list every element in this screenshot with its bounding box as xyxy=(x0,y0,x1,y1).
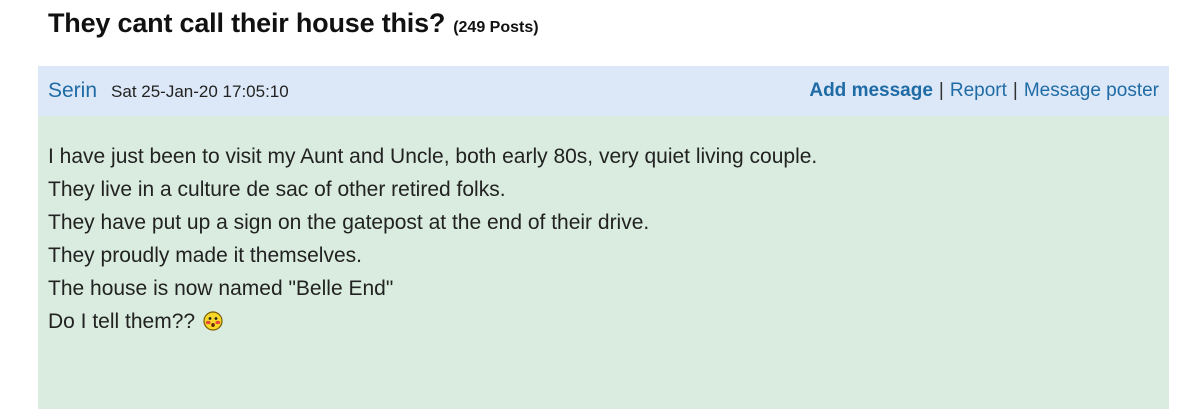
message-poster-link[interactable]: Message poster xyxy=(1024,80,1159,102)
post-text-line: They live in a culture de sac of other r… xyxy=(48,178,506,201)
action-separator: | xyxy=(938,80,944,101)
report-link[interactable]: Report xyxy=(950,80,1007,102)
add-message-link[interactable]: Add message xyxy=(809,80,933,102)
post-text-line: Do I tell them?? xyxy=(48,310,196,333)
post-header: Serin Sat 25-Jan-20 17:05:10 Add message… xyxy=(38,66,1169,116)
post-count: (249 Posts) xyxy=(453,19,539,36)
post-text-line: I have just been to visit my Aunt and Un… xyxy=(48,145,818,168)
post-timestamp: Sat 25-Jan-20 17:05:10 xyxy=(111,82,289,101)
post-text-line: They proudly made it themselves. xyxy=(48,244,362,267)
action-separator: | xyxy=(1012,80,1018,101)
post-text-line: The house is now named "Belle End" xyxy=(48,277,394,300)
post-text-line: They have put up a sign on the gatepost … xyxy=(48,211,650,234)
post-actions: Add message | Report | Message poster xyxy=(809,80,1159,102)
post-body: I have just been to visit my Aunt and Un… xyxy=(38,116,1169,409)
embarrassed-smiley-icon xyxy=(203,311,223,331)
post-text-line-last: Do I tell them?? xyxy=(48,305,1169,338)
poster-name-link[interactable]: Serin xyxy=(48,79,97,103)
thread-header: They cant call their house this? (249 Po… xyxy=(48,8,539,52)
post: Serin Sat 25-Jan-20 17:05:10 Add message… xyxy=(38,66,1169,409)
thread-title: They cant call their house this? xyxy=(48,8,446,38)
